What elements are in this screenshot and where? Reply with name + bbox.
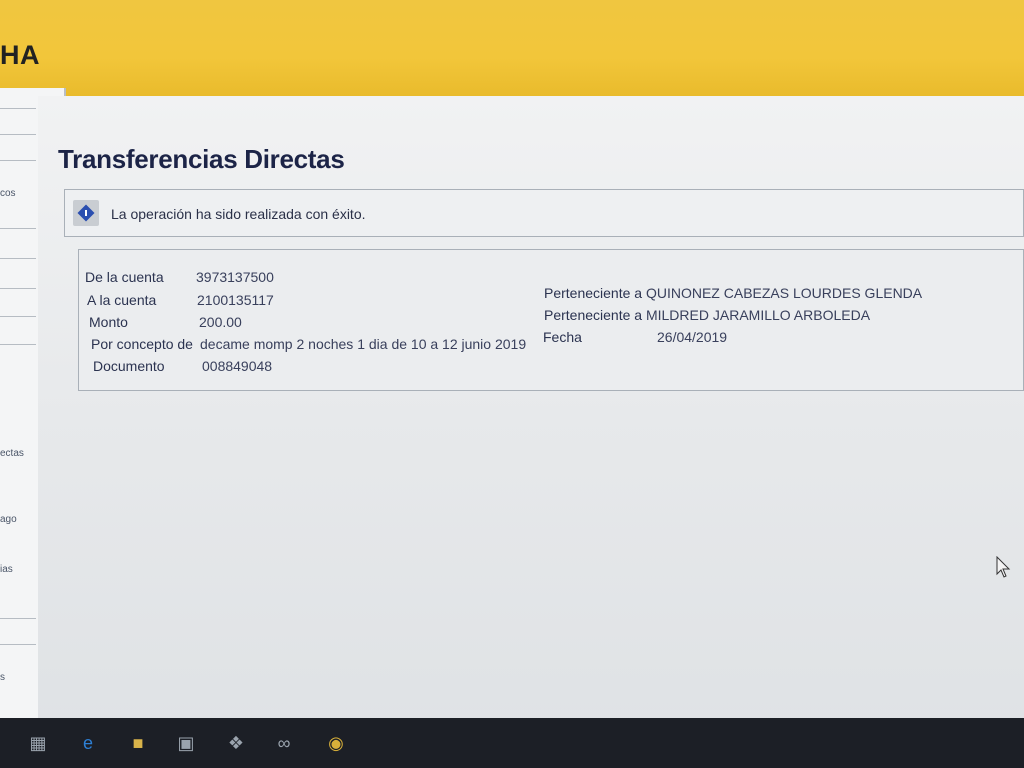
mouse-cursor-icon: [996, 556, 1011, 578]
sidebar-divider: [0, 134, 36, 135]
date-value: 26/04/2019: [657, 329, 728, 345]
sidebar-item-5[interactable]: s: [0, 672, 5, 683]
brand-logo-text: HA: [0, 40, 40, 70]
sidebar-divider: [0, 644, 36, 645]
store-icon[interactable]: ▣: [174, 732, 198, 754]
success-message-box: La operación ha sido realizada con éxito…: [64, 189, 1024, 237]
sidebar-item-4[interactable]: ias: [0, 564, 13, 575]
amount-label: Monto: [89, 314, 128, 330]
from-account-row: De la cuenta 3973137500: [85, 269, 274, 285]
document-row: Documento 008849048: [93, 358, 272, 374]
sidebar-divider: [0, 344, 36, 345]
from-account-value: 3973137500: [196, 269, 274, 285]
sidebar-divider: [0, 258, 36, 259]
file-explorer-icon[interactable]: ■: [126, 732, 150, 754]
sidebar-item-1[interactable]: cos: [0, 188, 16, 199]
from-account-label: De la cuenta: [85, 269, 164, 285]
concept-value: decame momp 2 noches 1 dia de 10 a 12 ju…: [200, 336, 527, 352]
info-icon: [73, 200, 99, 226]
amount-row: Monto 200.00: [89, 314, 242, 330]
owner-from-row: Perteneciente a QUINONEZ CABEZAS LOURDES…: [544, 285, 922, 301]
date-label: Fecha: [543, 329, 582, 345]
infinity-icon[interactable]: ∞: [272, 732, 296, 754]
date-row: Fecha 26/04/2019: [543, 329, 727, 345]
task-view-icon[interactable]: ▦: [26, 732, 50, 754]
dropbox-icon[interactable]: ❖: [224, 732, 248, 754]
owner-to-row: Perteneciente a MILDRED JARAMILLO ARBOLE…: [544, 307, 870, 323]
document-label: Documento: [93, 358, 165, 374]
main-content: Transferencias Directas La operación ha …: [38, 96, 1024, 736]
sidebar-item-3[interactable]: ago: [0, 514, 17, 525]
sidebar-divider: [0, 160, 36, 161]
success-message-text: La operación ha sido realizada con éxito…: [111, 206, 366, 222]
to-account-row: A la cuenta 2100135117: [87, 292, 274, 308]
taskbar: ▦ e ■ ▣ ❖ ∞ ◉: [0, 718, 1024, 768]
to-account-label: A la cuenta: [87, 292, 157, 308]
owner-to-value: MILDRED JARAMILLO ARBOLEDA: [645, 307, 871, 323]
top-header: HA: [0, 0, 1024, 96]
transfer-details-box: De la cuenta 3973137500 A la cuenta 210013…: [78, 249, 1024, 391]
owner-from-label: Perteneciente a: [544, 285, 643, 301]
sidebar-divider: [0, 316, 36, 317]
edge-icon[interactable]: e: [76, 732, 100, 754]
sidebar-divider: [0, 228, 36, 229]
owner-from-value: QUINONEZ CABEZAS LOURDES GLENDA: [645, 285, 923, 301]
concept-row: Por concepto de decame momp 2 noches 1 di…: [91, 336, 526, 352]
document-value: 008849048: [202, 358, 273, 374]
owner-to-label: Perteneciente a: [544, 307, 643, 323]
to-account-value: 2100135117: [197, 292, 274, 308]
sidebar-divider: [0, 108, 36, 109]
page-title: Transferencias Directas: [58, 144, 345, 174]
sidebar-divider: [0, 618, 36, 619]
sidebar-item-2[interactable]: ectas: [0, 448, 24, 459]
chrome-icon[interactable]: ◉: [324, 732, 348, 754]
sidebar-divider: [0, 288, 36, 289]
concept-label: Por concepto de: [91, 336, 193, 352]
amount-value: 200.00: [199, 314, 242, 330]
